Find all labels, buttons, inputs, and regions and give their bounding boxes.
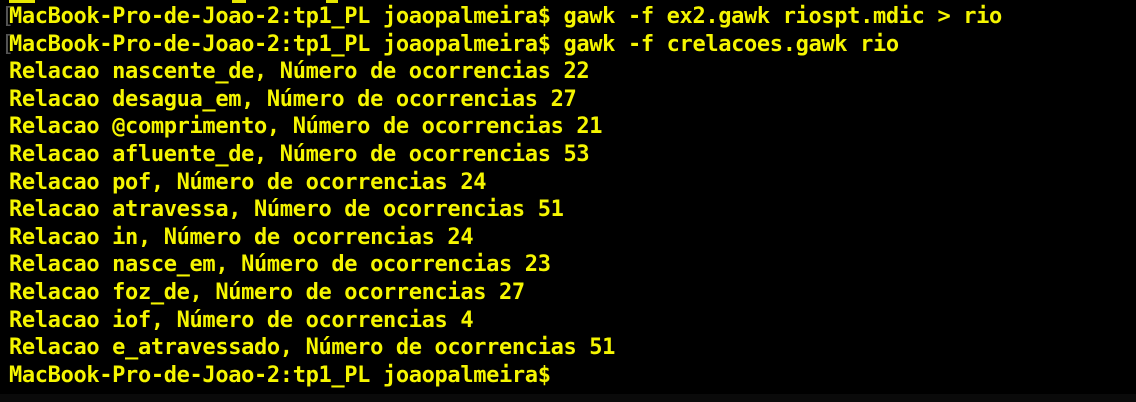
line-bracket-marker: [	[1, 4, 14, 29]
prompt-line[interactable]: MacBook-Pro-de-Joao-2:tp1_PL joaopalmeir…	[0, 362, 1136, 390]
command-line-1: [MacBook-Pro-de-Joao-2:tp1_PL joaopalmei…	[0, 3, 1136, 31]
terminal-output[interactable]: [MacBook-Pro-de-Joao-2:tp1_PL joaopalmei…	[0, 3, 1136, 389]
output-line: Relacao in, Número de ocorrencias 24	[9, 224, 474, 250]
command-text: MacBook-Pro-de-Joao-2:tp1_PL joaopalmeir…	[9, 4, 1002, 29]
output-line: Relacao pof, Número de ocorrencias 24	[9, 169, 487, 195]
shell-prompt: MacBook-Pro-de-Joao-2:tp1_PL joaopalmeir…	[9, 362, 551, 388]
output-line: Relacao desagua_em, Número de ocorrencia…	[9, 86, 577, 112]
output-line: Relacao iof, Número de ocorrencias 4	[9, 307, 474, 333]
output-line: Relacao nascente_de, Número de ocorrenci…	[9, 59, 590, 85]
line-bracket-marker: [	[1, 31, 14, 57]
output-line: Relacao e_atravessado, Número de ocorren…	[9, 335, 616, 361]
output-line: Relacao nasce_em, Número de ocorrencias …	[9, 252, 551, 278]
output-line: Relacao foz_de, Número de ocorrencias 27	[9, 279, 525, 305]
output-line: Relacao @comprimento, Número de ocorrenc…	[9, 114, 603, 140]
terminal-window[interactable]: [MacBook-Pro-de-Joao-2:tp1_PL joaopalmei…	[0, 0, 1136, 402]
output-line: Relacao afluente_de, Número de ocorrenci…	[9, 141, 590, 167]
text-cursor	[551, 366, 553, 386]
command-line-2: [MacBook-Pro-de-Joao-2:tp1_PL joaopalmei…	[0, 31, 1136, 59]
output-line: Relacao atravessa, Número de ocorrencias…	[9, 197, 564, 223]
command-text: MacBook-Pro-de-Joao-2:tp1_PL joaopalmeir…	[9, 31, 899, 57]
terminal-bottom-edge	[0, 394, 1136, 402]
